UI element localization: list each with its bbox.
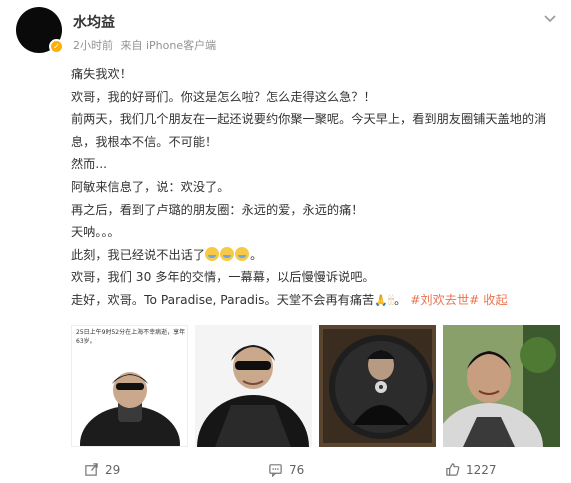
- post-line-text: 此刻，我已经说不出话了: [71, 247, 206, 262]
- thumbs-up-icon: [446, 463, 460, 476]
- collapse-link[interactable]: 收起: [483, 293, 507, 307]
- post-header: ✓ 水均益 2小时前 来自 iPhone客户端: [0, 0, 571, 58]
- photo-4[interactable]: [443, 325, 560, 447]
- post-time: 2小时前: [73, 39, 113, 52]
- photo-2[interactable]: [195, 325, 312, 447]
- comment-count: 76: [289, 462, 305, 477]
- hashtag-link[interactable]: #刘欢去世#: [410, 293, 479, 307]
- post-line: 欢哥，我的好哥们。你这是怎么啦？怎么走得这么急？！: [71, 89, 376, 104]
- like-button[interactable]: 1227: [445, 462, 497, 477]
- crying-emoji-icon: [235, 246, 250, 261]
- crying-emoji-icon: [205, 246, 220, 261]
- post-line: 欢哥，我们 30 多年的交情，一幕幕，以后慢慢诉说吧。: [71, 270, 375, 285]
- comment-icon: [269, 464, 282, 477]
- chevron-down-icon[interactable]: [542, 10, 558, 26]
- praying-hands-icon: 🙏🕯🕯: [374, 293, 395, 307]
- post-line-text: 走好，欢哥。To Paradise, Paradis。天堂不会再有痛苦: [71, 292, 375, 307]
- post-line: 阿敏来信息了，说：欢没了。: [71, 179, 230, 194]
- action-bar: 29 76 1227: [0, 455, 571, 483]
- photo-grid: 25日上午9时52分在上海不幸病逝，享年63岁。: [71, 325, 561, 447]
- comment-button[interactable]: 76: [268, 462, 304, 477]
- photo-3[interactable]: [319, 325, 436, 447]
- share-icon: [85, 463, 98, 476]
- share-count: 29: [105, 462, 121, 477]
- photo-1[interactable]: 25日上午9时52分在上海不幸病逝，享年63岁。: [71, 325, 188, 447]
- post-line: 然而...: [71, 157, 107, 172]
- post-line: 痛失我欢！: [71, 67, 132, 81]
- post-meta: 2小时前 来自 iPhone客户端: [73, 37, 220, 53]
- post-line: 天呐。。。: [71, 225, 120, 240]
- post-line-emoji: 此刻，我已经说不出话了。: [71, 246, 263, 262]
- post-line: 再之后，看到了卢璐的朋友圈：永远的爱，永远的痛！: [71, 202, 364, 217]
- share-button[interactable]: 29: [84, 462, 120, 477]
- username[interactable]: 水均益: [73, 12, 115, 32]
- post-line: 前两天，我们几个朋友在一起还说要约你聚一聚呢。今天早上，看到朋友圈铺天盖地的消息…: [71, 112, 547, 149]
- like-count: 1227: [466, 462, 497, 477]
- post-line-last: 走好，欢哥。To Paradise, Paradis。天堂不会再有痛苦🙏🕯🕯。 …: [71, 289, 561, 313]
- post-source: 来自 iPhone客户端: [120, 39, 217, 52]
- crying-emoji-icon: [220, 246, 235, 261]
- verified-badge-icon: ✓: [49, 39, 64, 54]
- post-content: 痛失我欢！ 欢哥，我的好哥们。你这是怎么啦？怎么走得这么急？！ 前两天，我们几个…: [71, 63, 561, 313]
